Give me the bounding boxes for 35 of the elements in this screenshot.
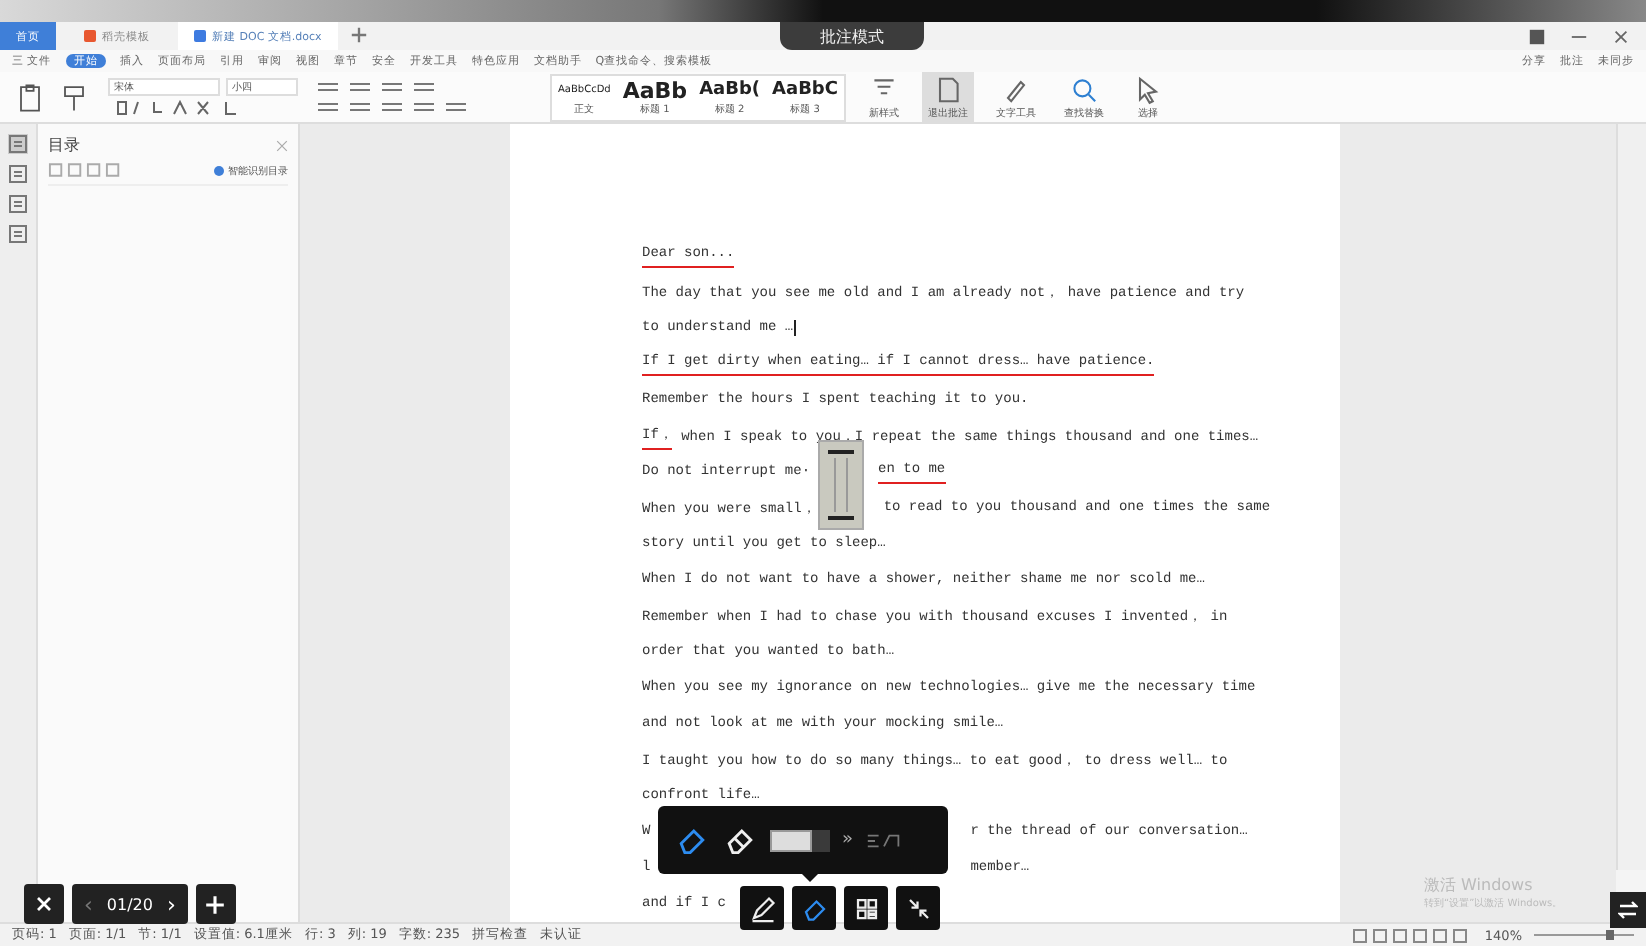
new-tab-icon[interactable] — [349, 25, 368, 47]
stroke-size-slider[interactable] — [770, 829, 830, 851]
page-navigator[interactable]: ‹ 01/20 › — [72, 884, 188, 924]
previous-page-arrow[interactable]: ‹ — [84, 891, 93, 917]
toc-icon[interactable] — [8, 134, 28, 154]
grid-icon — [851, 893, 881, 923]
toggle-dot-icon[interactable] — [214, 165, 224, 175]
close-icon — [34, 894, 54, 914]
close-button[interactable] — [24, 884, 64, 924]
text-cursor — [793, 320, 796, 336]
swap-arrows-icon — [1618, 900, 1638, 920]
search-icon — [1067, 74, 1100, 106]
window-icon[interactable] — [1528, 27, 1546, 45]
bookmark-icon[interactable] — [8, 194, 28, 214]
drag-handle[interactable] — [818, 440, 864, 530]
close-icon[interactable] — [1612, 27, 1630, 45]
shrink-icon — [903, 893, 933, 923]
add-button[interactable] — [195, 884, 236, 924]
mode-banner: 批注模式 — [779, 22, 924, 50]
shrink-button[interactable] — [896, 886, 940, 930]
pen-button[interactable] — [740, 886, 784, 930]
find-icon[interactable] — [8, 224, 28, 244]
page-icon[interactable] — [8, 164, 28, 184]
plus-icon — [204, 893, 227, 915]
switch-button[interactable] — [1610, 892, 1646, 928]
more-button[interactable]: » — [842, 830, 854, 850]
view-mode-icons[interactable] — [1352, 927, 1473, 943]
page-number: 01/20 — [106, 895, 153, 913]
pen-icon — [747, 893, 777, 923]
next-page-arrow[interactable]: › — [166, 891, 176, 917]
grid-button[interactable] — [844, 886, 888, 930]
stroke-style-icon — [865, 831, 902, 849]
sidebar-title: 目录 — [48, 134, 80, 156]
scrollbar[interactable] — [1616, 124, 1646, 870]
eraser-button[interactable] — [792, 886, 836, 930]
